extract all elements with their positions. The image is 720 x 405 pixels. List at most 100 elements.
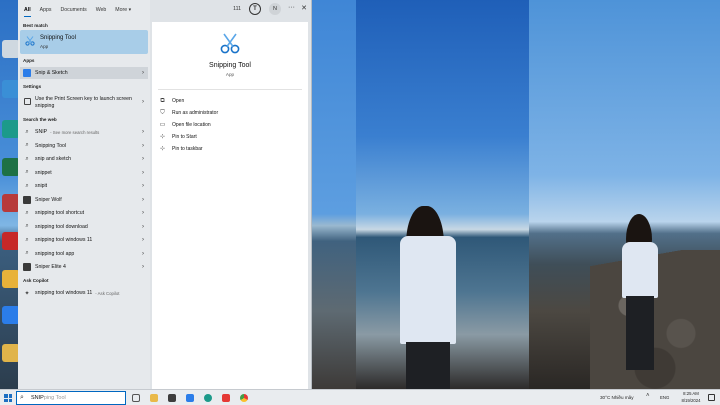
app-item-label: Snip & Sketch bbox=[35, 70, 68, 76]
image-icon bbox=[23, 195, 31, 204]
start-button[interactable] bbox=[4, 394, 12, 402]
search-icon: ⌕ bbox=[25, 142, 29, 148]
youtube-icon[interactable] bbox=[222, 394, 230, 402]
web-result-item[interactable]: ⌕ snipping tool shortcut › bbox=[20, 207, 148, 219]
search-icon: ⌕ bbox=[25, 182, 29, 189]
avatar[interactable]: N bbox=[269, 3, 281, 15]
notification-icon[interactable] bbox=[708, 394, 715, 401]
best-match-subtitle: App bbox=[40, 44, 49, 49]
copilot-icon: ✦ bbox=[24, 290, 30, 297]
search-icon: ⌕ bbox=[25, 128, 29, 135]
start-search-panel: All Apps Documents Web More ▾ 111 T N ··… bbox=[18, 0, 312, 389]
header-right: 111 T N bbox=[233, 3, 281, 15]
best-match-item[interactable]: Snipping Tool App bbox=[20, 30, 148, 54]
action-run-as-admin[interactable]: ⛉ Run as administrator bbox=[159, 108, 218, 118]
zalo-icon[interactable] bbox=[186, 394, 194, 402]
task-view-icon[interactable] bbox=[132, 394, 140, 402]
web-result-item[interactable]: ⌕ snipping tool download › bbox=[20, 221, 148, 233]
chevron-right-icon: › bbox=[142, 237, 144, 243]
web-result-label: Sniper Wolf bbox=[35, 196, 62, 203]
best-match-title: Snipping Tool bbox=[40, 35, 76, 41]
web-result-item[interactable]: Sniper Elite 4 › bbox=[20, 261, 148, 273]
tab-more-label: More bbox=[115, 7, 128, 13]
search-icon: ⌕ bbox=[25, 169, 29, 175]
action-pin-to-start[interactable]: ⊹ Pin to Start bbox=[159, 132, 197, 142]
web-result-label: snip and sketch bbox=[35, 156, 72, 162]
copilot-text: snipping tool windows 11 bbox=[35, 290, 93, 296]
action-label: Pin to taskbar bbox=[172, 146, 203, 152]
wallpaper-person-2 bbox=[616, 212, 668, 376]
tab-apps[interactable]: Apps bbox=[40, 0, 52, 20]
web-result-item[interactable]: ⌕ snipping tool windows 11 › bbox=[20, 234, 148, 246]
web-result-hint: - See more search results bbox=[50, 129, 100, 135]
web-result-label: Sniper Elite 4 bbox=[35, 264, 66, 270]
more-options-icon[interactable]: ··· bbox=[288, 4, 295, 11]
web-result-item[interactable]: Sniper Wolf › bbox=[20, 194, 148, 206]
tab-all[interactable]: All bbox=[24, 0, 31, 20]
web-result-label: snipping tool shortcut bbox=[35, 210, 85, 216]
web-result-item[interactable]: ⌕ snip and sketch › bbox=[20, 153, 148, 165]
chevron-right-icon: › bbox=[142, 156, 144, 162]
edge-icon[interactable] bbox=[204, 394, 212, 402]
chevron-right-icon: › bbox=[142, 169, 144, 176]
snipping-tool-icon bbox=[25, 36, 35, 46]
action-open[interactable]: ⧉ Open bbox=[159, 96, 184, 106]
open-icon: ⧉ bbox=[160, 97, 165, 104]
rewards-count: 111 bbox=[233, 6, 241, 12]
store-icon[interactable] bbox=[168, 394, 176, 402]
chevron-right-icon: › bbox=[142, 99, 144, 105]
chevron-right-icon: › bbox=[142, 210, 144, 216]
search-icon: ⌕ bbox=[20, 394, 24, 401]
chrome-icon[interactable] bbox=[240, 394, 248, 402]
weather-widget[interactable]: 30°C Nhiều mây bbox=[600, 395, 634, 400]
folder-icon: ▭ bbox=[159, 121, 166, 128]
language-indicator[interactable]: ENG bbox=[660, 395, 669, 400]
wallpaper-person-1 bbox=[392, 206, 462, 389]
tab-more[interactable]: More ▾ bbox=[115, 0, 131, 20]
chevron-right-icon: › bbox=[142, 223, 144, 230]
rewards-icon[interactable]: T bbox=[249, 3, 261, 15]
chevron-down-icon: ▾ bbox=[128, 7, 132, 13]
app-item-snip-sketch[interactable]: Snip & Sketch › bbox=[20, 67, 148, 79]
chevron-right-icon: › bbox=[142, 264, 144, 270]
image-icon bbox=[23, 263, 31, 271]
action-pin-to-taskbar[interactable]: ⊹ Pin to taskbar bbox=[159, 144, 203, 154]
close-icon[interactable]: ✕ bbox=[301, 4, 307, 12]
web-result-item[interactable]: ⌕ snipping tool app › bbox=[20, 248, 148, 260]
chevron-right-icon: › bbox=[142, 250, 144, 257]
web-result-label: snipping tool download bbox=[35, 223, 88, 230]
action-label: Run as administrator bbox=[172, 110, 219, 116]
tray-chevron-up-icon[interactable]: ˄ bbox=[646, 393, 650, 399]
web-result-label: snippet bbox=[35, 169, 52, 176]
search-icon: ⌕ bbox=[25, 236, 29, 243]
action-label: Pin to Start bbox=[172, 134, 197, 140]
copilot-label: Ask Copilot bbox=[23, 278, 49, 283]
settings-label: Settings bbox=[23, 84, 42, 89]
settings-item-print-screen[interactable]: Use the Print Screen key to launch scree… bbox=[20, 94, 148, 114]
action-label: Open file location bbox=[172, 122, 211, 128]
web-result-label: Snipping Tool bbox=[35, 142, 67, 149]
copilot-item[interactable]: ✦ snipping tool windows 11 - Ask Copilot bbox=[20, 287, 148, 299]
keyboard-icon bbox=[24, 98, 31, 105]
taskbar-search-input[interactable]: ⌕ SNIP ping Tool bbox=[16, 391, 126, 405]
web-label: Search the web bbox=[23, 117, 57, 122]
web-result-item[interactable]: ⌕ snippet › bbox=[20, 167, 148, 179]
web-result-item[interactable]: ⌕ Snipping Tool › bbox=[20, 140, 148, 152]
shield-icon: ⛉ bbox=[160, 109, 165, 116]
action-open-file-location[interactable]: ▭ Open file location bbox=[159, 120, 211, 130]
file-explorer-icon[interactable] bbox=[150, 394, 158, 402]
clock[interactable]: 8:25 AM 8/19/2024 bbox=[676, 391, 706, 404]
chevron-right-icon: › bbox=[142, 183, 144, 189]
taskbar: ⌕ SNIP ping Tool 30°C Nhiều mây ˄ ENG 8:2… bbox=[0, 389, 720, 405]
tab-web[interactable]: Web bbox=[96, 0, 107, 20]
search-icon: ⌕ bbox=[25, 209, 29, 216]
search-icon: ⌕ bbox=[25, 155, 29, 162]
chevron-right-icon: › bbox=[142, 129, 144, 135]
tab-documents[interactable]: Documents bbox=[60, 0, 86, 20]
search-icon: ⌕ bbox=[25, 223, 29, 229]
settings-item-label: Use the Print Screen key to launch scree… bbox=[35, 96, 132, 109]
web-result-item[interactable]: ⌕ SNIP - See more search results › bbox=[20, 126, 148, 138]
chevron-right-icon: › bbox=[142, 196, 144, 203]
search-icon: ⌕ bbox=[25, 250, 29, 256]
web-result-item[interactable]: ⌕ snipit › bbox=[20, 180, 148, 192]
